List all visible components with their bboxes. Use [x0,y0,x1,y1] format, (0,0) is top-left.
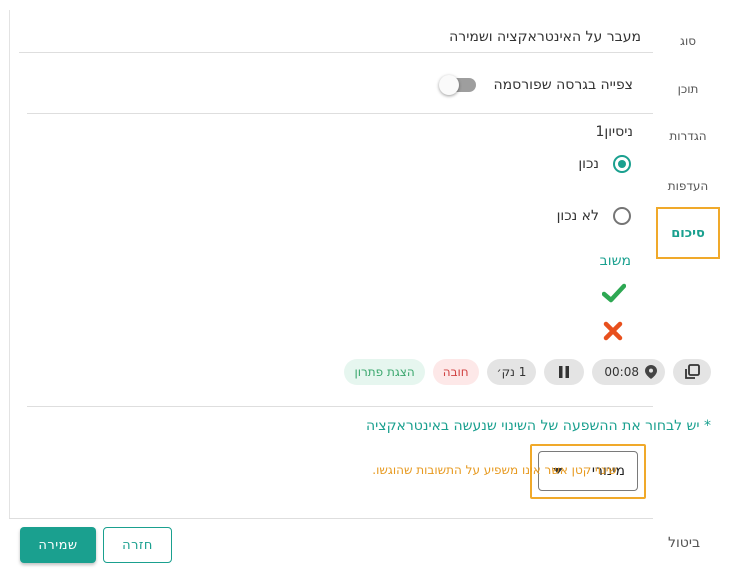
required-chip: חובה [432,359,479,385]
back-button[interactable]: חזרה [103,527,172,563]
impact-description: שינוי קטן אשר אינו משפיע על התשובות שהוג… [372,463,617,477]
check-icon [602,283,626,303]
published-version-toggle-row: צפייה בגרסה שפורסמה [438,75,633,95]
header-divider [19,52,653,53]
cancel-link[interactable]: ביטול [668,535,700,551]
points-chip: 1 נק׳ [486,359,537,385]
toggle-knob [438,75,459,95]
nav-item-summary[interactable]: סיכום [656,207,720,259]
x-icon [603,321,623,341]
nav-item-content[interactable]: תוכן [656,66,720,112]
chips-divider [27,406,653,407]
toggle-divider [27,113,653,114]
option-label: לא נכון [556,208,599,224]
option-correct[interactable]: נכון [578,155,631,173]
attempt-label: ניסיון1 [595,124,633,140]
toggle-label: צפייה בגרסה שפורסמה [493,77,633,93]
show-solution-button[interactable]: הצגת פתרון [344,359,425,385]
radio-incorrect[interactable] [613,207,631,225]
feedback-label: משוב [599,253,631,269]
pause-button[interactable] [544,359,585,385]
nav-item-preferences[interactable]: העדפות [656,163,720,209]
save-button[interactable]: שמירה [20,527,96,563]
option-label: נכון [578,156,599,172]
time-chip: 00:08 [592,359,665,385]
footer-divider [9,518,653,519]
side-nav: סוג תוכן הגדרות העדפות סיכום ביטול [656,0,729,574]
page-title: מעבר על האינטראקציה ושמירה [449,29,641,45]
published-version-toggle[interactable] [438,75,476,95]
radio-correct[interactable] [613,155,631,173]
option-incorrect[interactable]: לא נכון [557,207,631,225]
nav-item-type[interactable]: סוג [656,18,720,64]
time-value: 00:08 [604,365,639,379]
nav-item-settings[interactable]: הגדרות [656,113,720,159]
pause-icon [559,366,570,378]
